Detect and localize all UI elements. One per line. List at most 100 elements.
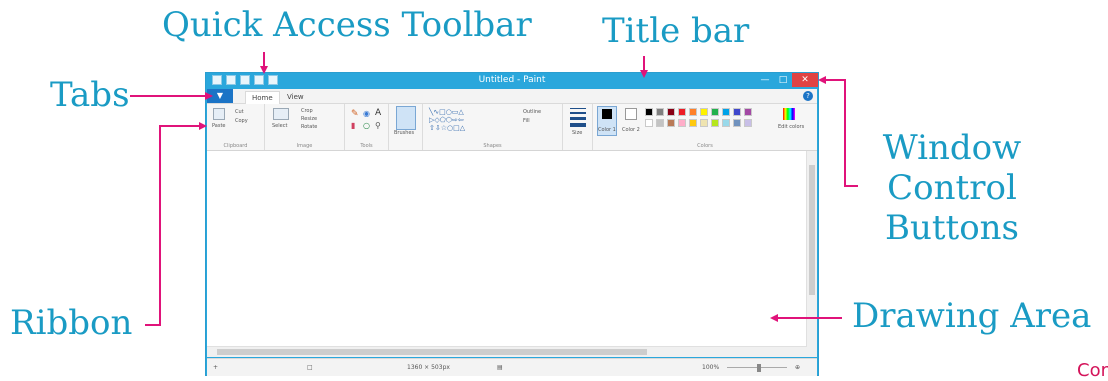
ribbon-label: Ribbon [10, 303, 133, 343]
clipboard-group-label: Clipboard [223, 143, 248, 149]
color2-label[interactable]: Color 2 [622, 127, 640, 133]
resize-button[interactable]: Resize [301, 116, 317, 122]
eraser-icon[interactable]: ▮ [351, 121, 355, 130]
palette-swatch[interactable] [667, 119, 675, 127]
magnifier-icon[interactable]: ⚲ [375, 121, 381, 130]
palette-swatch[interactable] [700, 119, 708, 127]
zoom-slider-thumb[interactable] [757, 364, 761, 372]
help-icon[interactable]: ? [803, 91, 813, 101]
selection-size-icon: □ [307, 364, 313, 371]
horizontal-scrollbar[interactable] [207, 346, 807, 357]
quick-access-toolbar-label: Quick Access Toolbar [162, 5, 532, 45]
shapes-gallery[interactable]: ╲∿□○▭△ ▷◇⬠⬡⇨⇦ ⇧⇩☆○□△ [429, 108, 465, 132]
cursor-position-icon: + [213, 364, 219, 371]
ribbon: Paste Cut Copy Clipboard Select Crop Res… [207, 104, 817, 151]
palette-swatch[interactable] [733, 108, 741, 116]
palette-swatch[interactable] [689, 108, 697, 116]
outline-button[interactable]: Outline [523, 109, 541, 115]
palette-swatch[interactable] [678, 119, 686, 127]
status-bar: + □ 1360 × 503px ▤ 100% ⊕ [207, 358, 817, 376]
palette-swatch[interactable] [656, 119, 664, 127]
shapes-group: ╲∿□○▭△ ▷◇⬠⬡⇨⇦ ⇧⇩☆○□△ Outline Fill Shapes [423, 104, 563, 150]
palette-swatch[interactable] [678, 108, 686, 116]
brushes-group: Brushes [389, 104, 423, 150]
palette-swatch[interactable] [711, 108, 719, 116]
horizontal-scroll-thumb[interactable] [217, 349, 647, 355]
cropped-corner-text: Cor [1077, 360, 1108, 381]
size-button[interactable]: Size [572, 130, 582, 136]
tabs-label: Tabs [50, 75, 130, 115]
colors-group-label: Colors [697, 143, 713, 149]
palette-swatch[interactable] [711, 119, 719, 127]
pencil-icon[interactable]: ✎ [351, 109, 359, 119]
tab-home[interactable]: Home [245, 91, 280, 104]
color1-label: Color 1 [598, 127, 616, 133]
tools-group-label: Tools [360, 143, 373, 149]
color-palette [645, 108, 775, 136]
paste-icon[interactable] [213, 108, 225, 120]
palette-swatch[interactable] [744, 108, 752, 116]
window-control-label-line2: Control [887, 168, 1017, 208]
palette-swatch[interactable] [645, 119, 653, 127]
select-button[interactable]: Select [272, 123, 287, 129]
window-control-buttons: — □ ✕ [756, 73, 818, 87]
window-control-label-line1: Window [882, 128, 1022, 168]
palette-swatch[interactable] [645, 108, 653, 116]
color2-swatch[interactable] [625, 108, 637, 120]
ribbon-arrow [145, 122, 207, 326]
file-size-icon: ▤ [497, 364, 503, 371]
clipboard-group: Paste Cut Copy Clipboard [207, 104, 265, 150]
ribbon-tabs: ▼ Home View ? [207, 89, 817, 104]
canvas-dimensions: 1360 × 503px [407, 364, 450, 371]
window-control-buttons-label: Window Control Buttons [862, 128, 1042, 248]
vertical-scroll-thumb[interactable] [809, 165, 815, 295]
palette-swatch[interactable] [722, 108, 730, 116]
fill-button[interactable]: Fill [523, 118, 530, 124]
copy-button[interactable]: Copy [235, 118, 248, 124]
cut-button[interactable]: Cut [235, 109, 244, 115]
brushes-icon[interactable] [396, 106, 416, 130]
palette-swatch[interactable] [744, 119, 752, 127]
colors-group: Color 1 Color 2 Edit colors Colors [593, 104, 817, 150]
text-icon[interactable]: A [375, 108, 381, 118]
maximize-button[interactable]: □ [774, 73, 792, 87]
drawing-area[interactable] [207, 151, 817, 357]
shapes-group-label: Shapes [483, 143, 502, 149]
window-controls-arrow [818, 76, 858, 187]
size-group: Size [563, 104, 593, 150]
palette-swatch[interactable] [689, 119, 697, 127]
size-icon[interactable] [570, 108, 586, 127]
title-bar-label: Title bar [602, 11, 750, 51]
color1-swatch [602, 109, 612, 119]
image-group-label: Image [296, 143, 313, 149]
rotate-button[interactable]: Rotate [301, 124, 317, 130]
palette-swatch[interactable] [667, 108, 675, 116]
edit-colors-icon[interactable] [783, 108, 795, 120]
minimize-button[interactable]: — [756, 73, 774, 87]
close-button[interactable]: ✕ [792, 73, 818, 87]
color-picker-icon[interactable]: ○ [363, 121, 370, 130]
palette-swatch[interactable] [722, 119, 730, 127]
palette-swatch[interactable] [656, 108, 664, 116]
tab-view[interactable]: View [281, 91, 310, 103]
zoom-level: 100% [702, 364, 720, 371]
title-bar: Untitled - Paint — □ ✕ [206, 73, 818, 89]
window-title: Untitled - Paint [478, 75, 546, 85]
fill-icon[interactable]: ◉ [363, 109, 370, 118]
crop-button[interactable]: Crop [301, 108, 313, 114]
tools-group: ✎ ◉ A ▮ ○ ⚲ Tools [345, 104, 389, 150]
zoom-in-icon[interactable]: ⊕ [795, 364, 800, 371]
paint-window: Untitled - Paint — □ ✕ ▼ Home View ? Pas… [205, 72, 819, 376]
select-icon[interactable] [273, 108, 289, 120]
image-group: Select Crop Resize Rotate Image [265, 104, 345, 150]
edit-colors-button[interactable]: Edit colors [778, 124, 804, 130]
window-control-label-line3: Buttons [884, 208, 1020, 248]
drawing-area-label: Drawing Area [852, 296, 1092, 336]
palette-swatch[interactable] [733, 119, 741, 127]
brushes-button[interactable]: Brushes [394, 130, 414, 136]
file-tab-icon: ▼ [216, 91, 224, 100]
vertical-scrollbar[interactable] [806, 151, 817, 357]
file-tab[interactable]: ▼ [207, 89, 233, 103]
paste-button[interactable]: Paste [212, 123, 226, 129]
palette-swatch[interactable] [700, 108, 708, 116]
